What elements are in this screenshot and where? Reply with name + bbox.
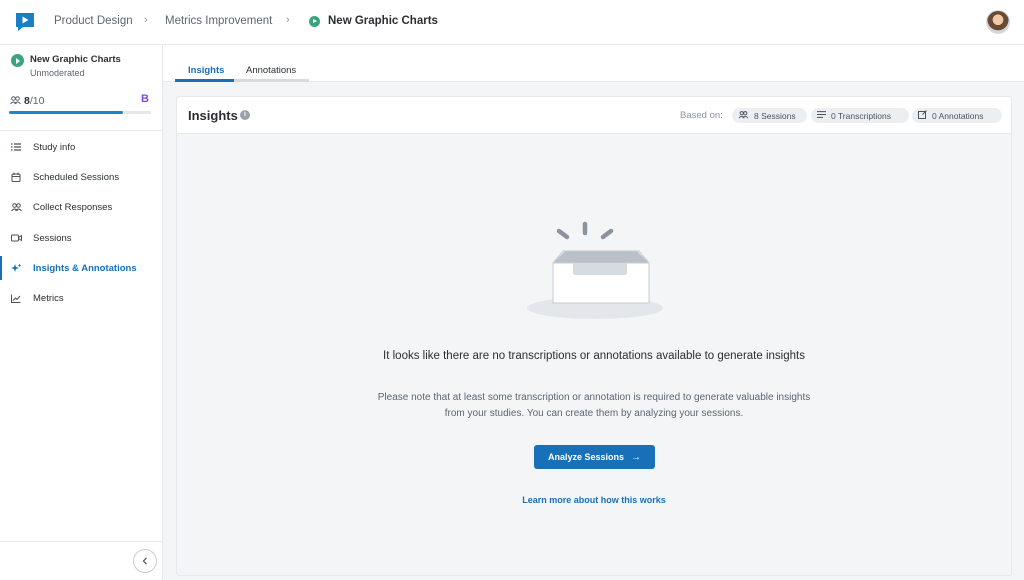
sidebar-footer-divider <box>0 541 163 542</box>
breadcrumb-product-design[interactable]: Product Design <box>54 15 133 27</box>
transcriptions-chip: 0 Transcriptions <box>811 108 909 123</box>
study-title: New Graphic Charts <box>30 54 121 65</box>
analyze-sessions-label: Analyze Sessions <box>547 452 625 462</box>
sidebar-item-label: Scheduled Sessions <box>33 171 120 183</box>
insights-panel: Insights i Based on: 8 Sessions 0 Transc… <box>176 96 1012 576</box>
user-avatar[interactable] <box>986 10 1010 34</box>
arrow-right-icon: → <box>631 451 642 463</box>
sessions-progress-bar <box>9 111 151 114</box>
app-logo-icon[interactable] <box>14 11 36 33</box>
sessions-total: /10 <box>29 95 45 107</box>
study-status-icon <box>11 54 24 67</box>
list-icon <box>10 141 22 153</box>
session-count: 8/10 <box>24 95 44 107</box>
sidebar-item-label: Metrics <box>33 293 64 305</box>
breadcrumb-metrics-improvement[interactable]: Metrics Improvement <box>165 15 272 27</box>
main-content: Insights Annotations Insights i Based on… <box>163 45 1024 580</box>
empty-inbox-illustration <box>527 221 663 319</box>
learn-more-link[interactable]: Learn more about how this works <box>177 495 1011 505</box>
empty-state-title: It looks like there are no transcription… <box>383 350 805 362</box>
annotations-chip: 0 Annotations <box>912 108 1002 123</box>
participants-icon <box>10 96 21 107</box>
chip-label: 0 Transcriptions <box>831 110 891 121</box>
calendar-icon <box>10 171 22 183</box>
sidebar-item-metrics[interactable]: Metrics <box>0 283 162 313</box>
analyze-sessions-button[interactable]: Analyze Sessions → <box>534 445 655 469</box>
tab-underline <box>175 79 309 82</box>
participants-icon <box>10 202 22 214</box>
sparkle-icon <box>10 262 22 274</box>
sidebar-item-insights-annotations[interactable]: Insights & Annotations <box>0 253 162 283</box>
sidebar-item-collect-responses[interactable]: Collect Responses <box>0 193 162 223</box>
sidebar-item-study-info[interactable]: Study info <box>0 132 162 162</box>
sidebar-divider <box>0 130 163 131</box>
tab-insights[interactable]: Insights <box>188 65 224 76</box>
panel-header: Insights i Based on: 8 Sessions 0 Transc… <box>177 97 1011 134</box>
plan-badge: B <box>141 93 149 105</box>
breadcrumb-separator-icon: › <box>144 14 148 26</box>
info-icon[interactable]: i <box>240 110 250 120</box>
study-status-icon <box>309 16 320 27</box>
top-bar: Product Design › Metrics Improvement › N… <box>0 0 1024 45</box>
sidebar-item-label: Study info <box>33 141 76 153</box>
breadcrumb-separator-icon: › <box>286 14 290 26</box>
sidebar-item-label: Insights & Annotations <box>33 262 137 274</box>
participants-icon <box>738 110 749 121</box>
tab-active-indicator <box>175 79 234 82</box>
sidebar: New Graphic Charts Unmoderated 8/10 B St… <box>0 45 163 580</box>
based-on-label: Based on: <box>680 110 723 121</box>
chart-icon <box>10 293 22 305</box>
lines-icon <box>817 111 826 120</box>
breadcrumb-current-study: New Graphic Charts <box>328 15 438 27</box>
tab-annotations[interactable]: Annotations <box>246 65 296 76</box>
sidebar-item-sessions[interactable]: Sessions <box>0 223 162 253</box>
video-icon <box>10 232 22 244</box>
collapse-sidebar-button[interactable] <box>133 549 157 573</box>
sessions-chip: 8 Sessions <box>732 108 807 123</box>
sidebar-item-scheduled-sessions[interactable]: Scheduled Sessions <box>0 162 162 192</box>
chip-label: 8 Sessions <box>754 110 796 121</box>
note-icon <box>918 110 927 121</box>
study-type: Unmoderated <box>30 68 85 78</box>
chevron-left-icon <box>142 557 147 565</box>
panel-title: Insights <box>188 108 238 123</box>
empty-state-description: Please note that at least some transcrip… <box>377 392 811 419</box>
tab-bar: Insights Annotations <box>163 45 1024 82</box>
sidebar-item-label: Collect Responses <box>33 202 113 214</box>
sessions-progress-fill <box>9 111 123 114</box>
sidebar-item-label: Sessions <box>33 232 72 244</box>
chip-label: 0 Annotations <box>932 110 984 121</box>
sidebar-nav: Study info Scheduled Sessions Collect Re… <box>0 132 162 314</box>
